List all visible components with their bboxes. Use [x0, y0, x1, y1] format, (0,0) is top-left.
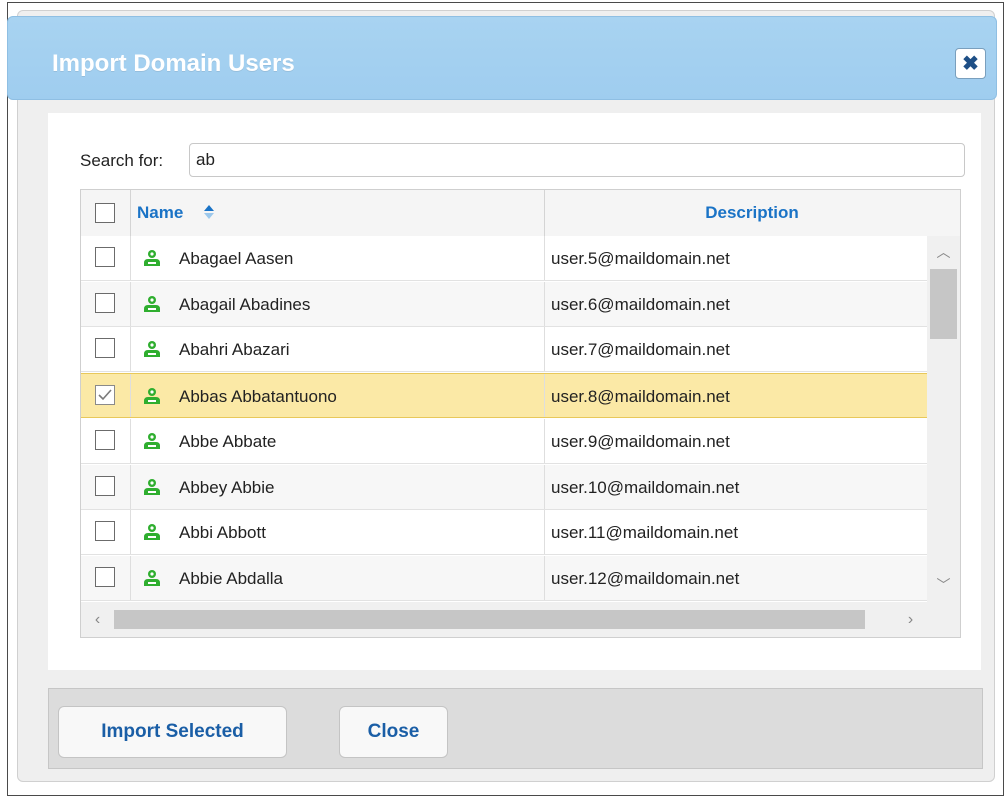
row-name-cell: Abbe Abbate	[131, 418, 545, 463]
search-input[interactable]	[189, 143, 965, 177]
dialog-footer: Import Selected Close	[48, 688, 983, 769]
vertical-scroll-thumb[interactable]	[930, 269, 957, 339]
check-icon	[98, 389, 112, 401]
scroll-left-icon[interactable]: ‹	[81, 602, 114, 637]
user-description: user.7@maildomain.net	[551, 340, 730, 360]
user-description: user.11@maildomain.net	[551, 523, 739, 543]
user-description: user.8@maildomain.net	[551, 387, 730, 407]
row-check-cell	[81, 510, 131, 555]
column-header-name-label: Name	[137, 203, 184, 222]
scroll-up-icon[interactable]: ︿	[927, 236, 960, 269]
row-description-cell: user.7@maildomain.net	[545, 327, 927, 371]
row-checkbox[interactable]	[95, 566, 115, 587]
row-checkbox[interactable]	[95, 292, 115, 313]
user-icon	[144, 432, 160, 449]
row-name-cell: Abagael Aasen	[131, 236, 545, 280]
row-name-cell: Abbey Abbie	[131, 464, 545, 509]
user-name: Abbey Abbie	[179, 477, 275, 497]
row-description-cell: user.8@maildomain.net	[545, 374, 927, 417]
table-row[interactable]: Abbas Abbatantuono user.8@maildomain.net	[81, 373, 927, 419]
header-check-cell	[81, 190, 131, 236]
user-icon	[144, 478, 160, 495]
table-row[interactable]: Abagael Aasen user.5@maildomain.net	[81, 236, 927, 281]
row-check-cell	[81, 281, 131, 326]
scroll-corner	[927, 602, 960, 637]
table-row[interactable]: Abagail Abadines user.6@maildomain.net	[81, 281, 927, 327]
grid-rows: Abagael Aasen user.5@maildomain.net Abagai…	[81, 236, 927, 602]
row-check-cell	[81, 327, 131, 372]
row-check-cell	[81, 374, 131, 418]
dialog-title: Import Domain Users	[52, 50, 295, 77]
users-grid: Name Description Abagael Aasen user.5@mai…	[80, 189, 961, 638]
search-label: Search for:	[80, 151, 164, 170]
user-icon	[144, 388, 160, 405]
row-name-cell: Abbie Abdalla	[131, 555, 545, 600]
column-header-description[interactable]: Description	[545, 190, 959, 236]
horizontal-scroll-thumb[interactable]	[114, 610, 865, 629]
row-check-cell	[81, 464, 131, 509]
table-row[interactable]: Abbie Abdalla user.12@maildomain.net	[81, 555, 927, 601]
row-description-cell: user.12@maildomain.net	[545, 556, 927, 600]
user-description: user.9@maildomain.net	[551, 431, 730, 451]
row-check-cell	[81, 555, 131, 600]
column-header-name[interactable]: Name	[131, 190, 545, 236]
row-check-cell	[81, 236, 131, 280]
user-icon	[144, 569, 160, 586]
scroll-right-icon[interactable]: ›	[894, 602, 927, 637]
row-checkbox[interactable]	[95, 385, 115, 406]
user-name: Abagail Abadines	[179, 294, 311, 314]
row-name-cell: Abbi Abbott	[131, 510, 545, 555]
user-icon	[144, 524, 160, 541]
select-all-checkbox[interactable]	[95, 203, 115, 223]
row-name-cell: Abagail Abadines	[131, 281, 545, 326]
user-name: Abbas Abbatantuono	[179, 387, 337, 407]
user-name: Abbe Abbate	[179, 431, 277, 451]
scroll-down-icon[interactable]: ﹀	[927, 569, 960, 602]
user-name: Abahri Abazari	[179, 340, 290, 360]
user-description: user.10@maildomain.net	[551, 477, 740, 497]
user-name: Abagael Aasen	[179, 249, 294, 268]
table-row[interactable]: Abahri Abazari user.7@maildomain.net	[81, 327, 927, 373]
vertical-scrollbar[interactable]: ︿ ﹀	[927, 236, 960, 602]
import-selected-button[interactable]: Import Selected	[58, 706, 287, 758]
user-icon	[144, 250, 160, 266]
close-icon[interactable]: ✖	[955, 48, 986, 79]
user-icon	[144, 295, 160, 312]
user-icon	[144, 341, 160, 358]
column-header-description-label: Description	[705, 203, 799, 222]
close-button[interactable]: Close	[339, 706, 448, 758]
user-description: user.6@maildomain.net	[551, 294, 730, 314]
row-checkbox[interactable]	[95, 521, 115, 542]
row-name-cell: Abbas Abbatantuono	[131, 374, 545, 418]
row-checkbox[interactable]	[95, 247, 115, 267]
user-name: Abbi Abbott	[179, 523, 266, 543]
sort-ascending-icon	[204, 205, 214, 219]
row-description-cell: user.11@maildomain.net	[545, 510, 927, 554]
row-description-cell: user.5@maildomain.net	[545, 236, 927, 280]
row-description-cell: user.9@maildomain.net	[545, 419, 927, 463]
row-description-cell: user.6@maildomain.net	[545, 282, 927, 326]
user-description: user.5@maildomain.net	[551, 249, 730, 268]
row-name-cell: Abahri Abazari	[131, 327, 545, 372]
user-description: user.12@maildomain.net	[551, 568, 740, 588]
horizontal-scrollbar[interactable]: ‹ ›	[81, 602, 960, 637]
row-description-cell: user.10@maildomain.net	[545, 465, 927, 509]
row-checkbox[interactable]	[95, 338, 115, 359]
row-checkbox[interactable]	[95, 475, 115, 496]
grid-header: Name Description	[81, 190, 960, 237]
user-name: Abbie Abdalla	[179, 568, 283, 588]
table-row[interactable]: Abbey Abbie user.10@maildomain.net	[81, 464, 927, 510]
row-check-cell	[81, 418, 131, 463]
table-row[interactable]: Abbe Abbate user.9@maildomain.net	[81, 418, 927, 464]
row-checkbox[interactable]	[95, 429, 115, 450]
table-row[interactable]: Abbi Abbott user.11@maildomain.net	[81, 510, 927, 556]
